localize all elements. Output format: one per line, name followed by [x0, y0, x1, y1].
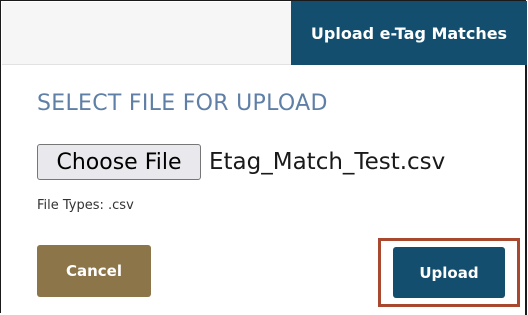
selected-file-name: Etag_Match_Test.csv — [209, 149, 446, 175]
tab-label: Upload e-Tag Matches — [310, 23, 508, 43]
upload-button[interactable]: Upload — [393, 247, 505, 298]
panel-border — [525, 65, 527, 315]
tab-upload-etag-matches[interactable]: Upload e-Tag Matches — [291, 1, 527, 65]
tab-bar-background — [2, 2, 291, 65]
file-types-note: File Types: .csv — [37, 198, 134, 213]
cancel-button[interactable]: Cancel — [37, 245, 151, 297]
choose-file-button[interactable]: Choose File — [37, 144, 201, 180]
section-heading: SELECT FILE FOR UPLOAD — [37, 91, 328, 116]
upload-dialog: Upload e-Tag Matches SELECT FILE FOR UPL… — [0, 0, 527, 315]
